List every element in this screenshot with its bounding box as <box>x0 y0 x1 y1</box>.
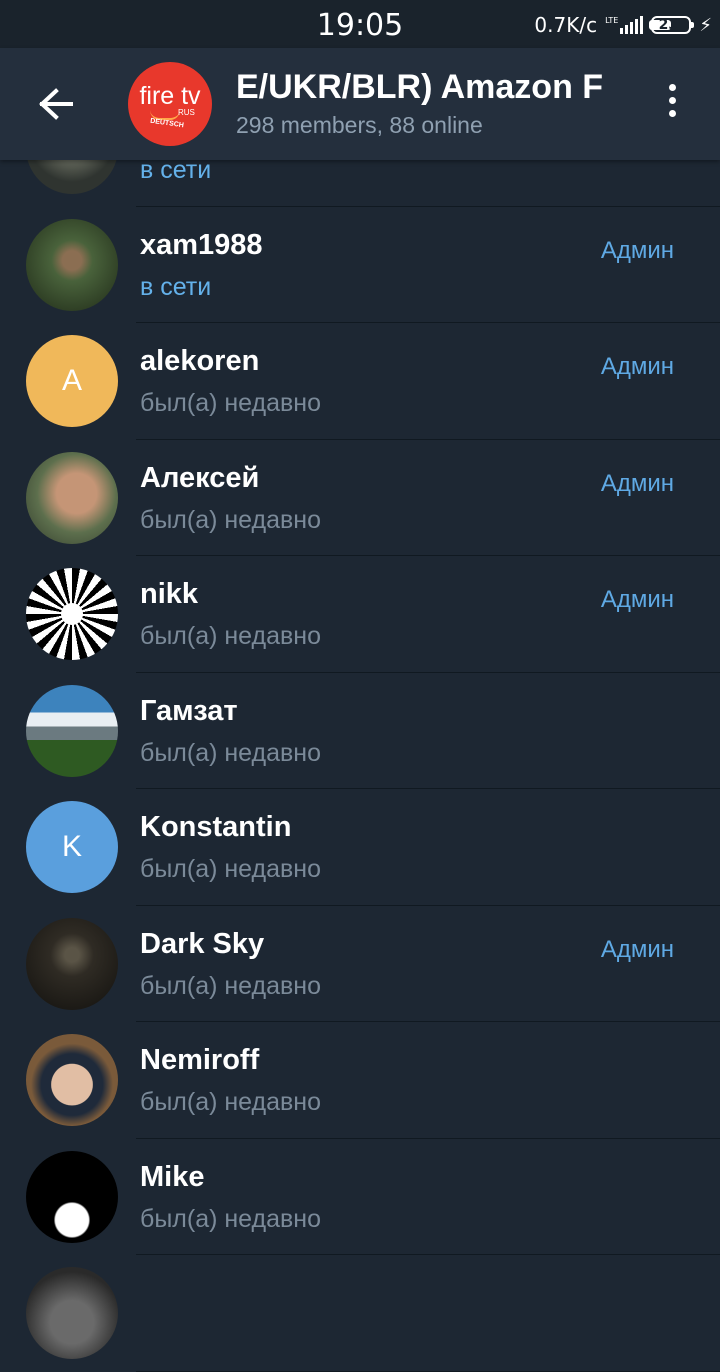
member-status: был(а) недавно <box>140 505 322 534</box>
member-status: был(а) недавно <box>140 389 322 417</box>
member-status: был(а) недавно <box>140 855 322 883</box>
member-row[interactable]: Алексей был(а) недавно Админ <box>0 440 720 556</box>
admin-badge: Админ <box>600 236 674 264</box>
member-status: был(а) недавно <box>140 1204 322 1233</box>
member-status: был(а) недавно <box>140 1088 322 1116</box>
member-status: был(а) недавно <box>140 971 322 1000</box>
member-list: в сети xam1988 в сети Админ Aalekoren был(а) … <box>0 90 720 1372</box>
admin-badge: Админ <box>600 353 674 380</box>
group-title-container[interactable]: E/UKR/BLR) Amazon F <box>236 68 624 108</box>
group-subtitle: 298 members, 88 online <box>236 112 483 138</box>
member-name: Dark Sky <box>140 927 265 960</box>
member-name: xam1988 <box>140 228 263 261</box>
member-row[interactable] <box>0 1255 720 1372</box>
member-avatar <box>26 1267 118 1359</box>
admin-badge: Админ <box>600 469 674 497</box>
member-row[interactable]: xam1988 в сети Админ <box>0 207 720 323</box>
network-speed: 0.7K/c <box>534 13 598 37</box>
member-avatar <box>26 1150 118 1243</box>
member-status: был(а) недавно <box>140 622 322 650</box>
member-row[interactable]: Aalekoren был(а) недавно Админ <box>0 323 720 440</box>
member-avatar: K <box>26 801 118 893</box>
member-status: в сети <box>140 272 212 301</box>
member-avatar <box>26 917 118 1010</box>
member-name: Mike <box>140 1160 205 1193</box>
group-avatar[interactable]: fire tv RUS DEUTSCH <box>128 62 212 146</box>
member-avatar <box>26 1034 118 1126</box>
status-bar: 19:05 0.7K/c LTE 23 ⚡ <box>0 0 720 48</box>
member-avatar <box>26 451 118 544</box>
member-name: Konstantin <box>140 811 292 843</box>
member-name: Nemiroff <box>140 1044 260 1076</box>
member-row[interactable]: Nemiroff был(а) недавно <box>0 1022 720 1139</box>
charging-icon: ⚡ <box>699 14 712 36</box>
back-button[interactable] <box>30 78 82 130</box>
admin-badge: Админ <box>600 586 674 613</box>
member-name: Гамзат <box>140 694 238 727</box>
more-menu-button[interactable] <box>658 84 686 124</box>
battery-level: 23 <box>658 17 679 33</box>
member-name: alekoren <box>140 345 260 377</box>
row-divider <box>136 1370 720 1372</box>
member-avatar <box>26 568 118 660</box>
group-title: E/UKR/BLR) Amazon F <box>236 68 604 106</box>
member-status: в сети <box>140 156 212 184</box>
member-row[interactable]: Гамзат был(а) недавно <box>0 673 720 789</box>
status-indicators: 0.7K/c LTE 23 ⚡ <box>534 12 712 38</box>
member-name: Алексей <box>140 461 260 494</box>
member-avatar <box>26 218 118 311</box>
member-name: nikk <box>140 578 199 610</box>
signal-icon: LTE <box>605 16 644 34</box>
member-row[interactable]: Mike был(а) недавно <box>0 1139 720 1255</box>
member-row[interactable]: K Konstantin был(а) недавно <box>0 789 720 906</box>
member-avatar <box>26 684 118 777</box>
member-row[interactable]: nikk был(а) недавно Админ <box>0 556 720 673</box>
chat-header: fire tv RUS DEUTSCH E/UKR/BLR) Amazon F … <box>0 48 720 160</box>
arrow-left-icon <box>39 88 73 120</box>
admin-badge: Админ <box>600 935 674 963</box>
battery-icon: 23 <box>649 16 695 34</box>
member-row[interactable]: Dark Sky был(а) недавно Админ <box>0 906 720 1022</box>
member-status: был(а) недавно <box>140 738 322 767</box>
member-avatar: A <box>26 335 118 427</box>
more-vertical-icon <box>658 84 686 117</box>
